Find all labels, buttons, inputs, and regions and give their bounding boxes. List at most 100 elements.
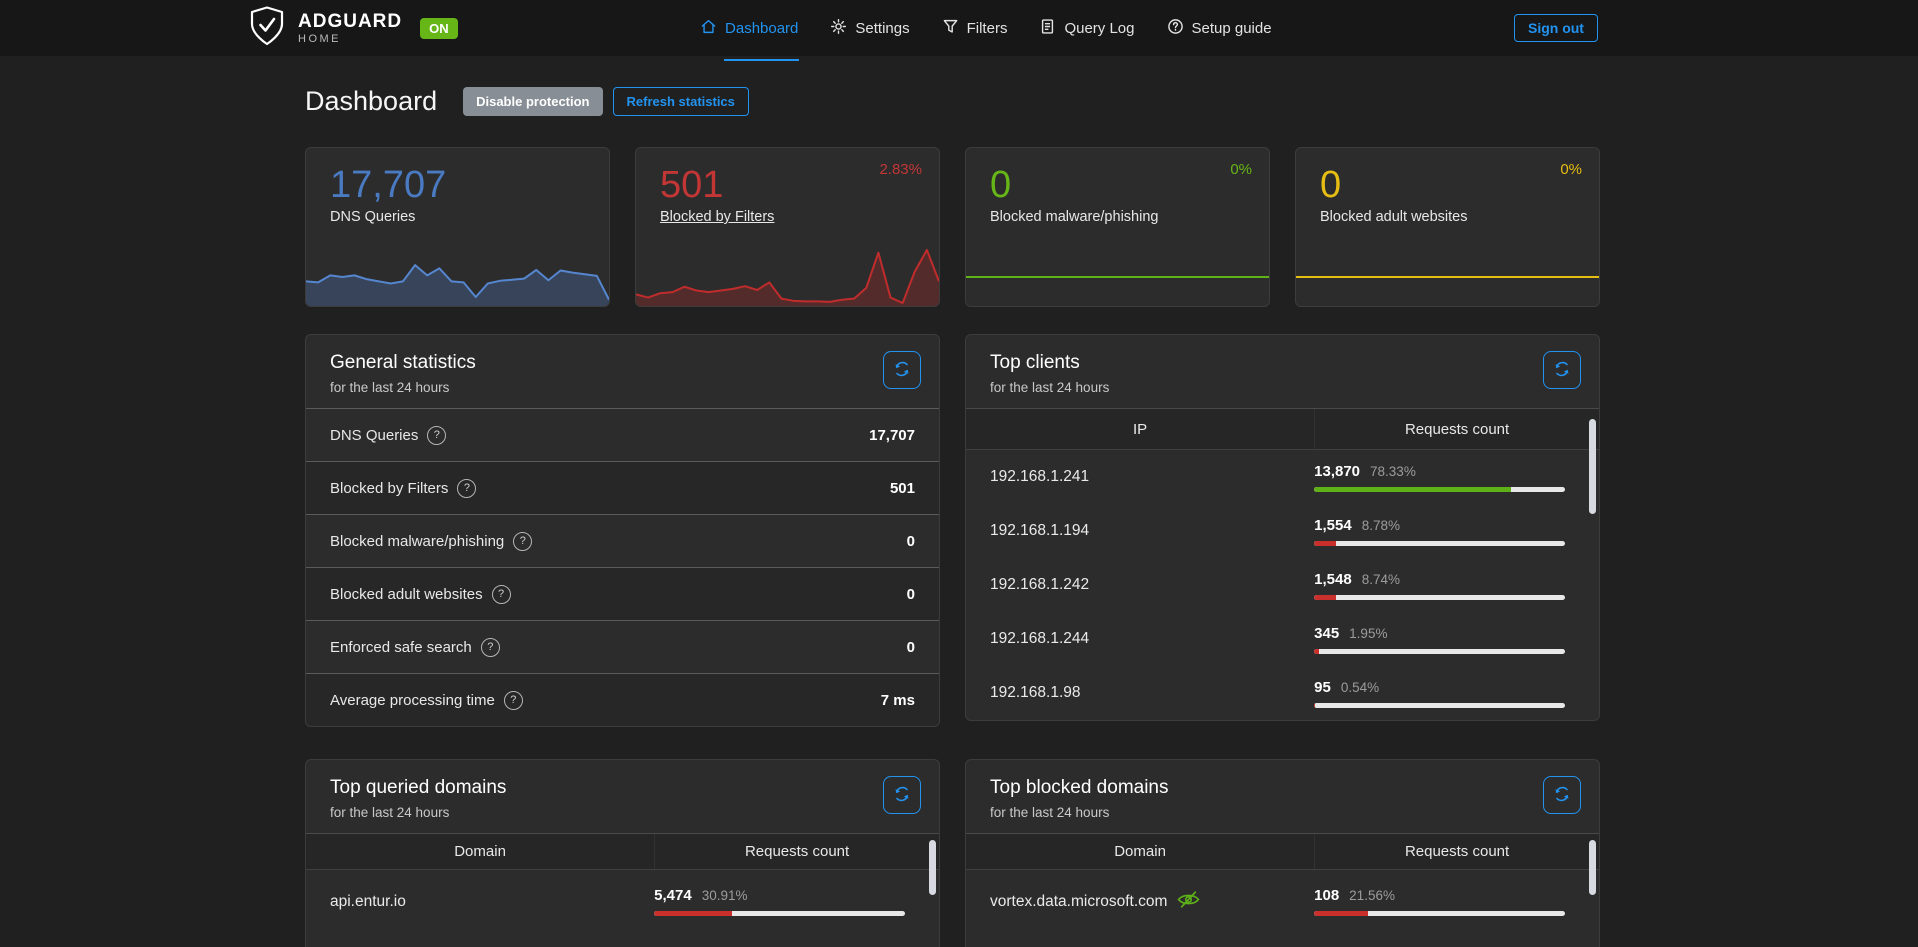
nav-item-settings[interactable]: Settings bbox=[830, 0, 909, 56]
stat-value: 0 bbox=[907, 586, 915, 603]
request-percent: 8.74% bbox=[1362, 572, 1400, 587]
scrollbar-thumb[interactable] bbox=[1589, 840, 1596, 895]
help-icon[interactable]: ? bbox=[481, 638, 500, 657]
panel-subtitle: for the last 24 hours bbox=[330, 805, 915, 820]
client-ip[interactable]: 192.168.1.244 bbox=[966, 630, 1314, 648]
request-percent: 78.33% bbox=[1370, 464, 1416, 479]
card-percent: 2.83% bbox=[879, 161, 922, 178]
progress-bar-fill bbox=[1314, 649, 1319, 654]
panel-title: Top blocked domains bbox=[990, 777, 1575, 799]
card-label-link[interactable]: Blocked by Filters bbox=[660, 209, 939, 225]
progress-bar-fill bbox=[1314, 911, 1368, 916]
stat-row: Enforced safe search ? 0 bbox=[306, 620, 939, 673]
panel-title: Top queried domains bbox=[330, 777, 915, 799]
nav-item-filters[interactable]: Filters bbox=[942, 0, 1008, 56]
refresh-icon bbox=[893, 785, 911, 806]
progress-bar bbox=[654, 911, 905, 916]
help-icon[interactable]: ? bbox=[457, 479, 476, 498]
request-count: 345 bbox=[1314, 625, 1339, 642]
document-icon bbox=[1039, 18, 1056, 39]
stat-value: 0 bbox=[907, 639, 915, 656]
brand-subtitle: HOME bbox=[298, 34, 402, 45]
request-percent: 1.95% bbox=[1349, 626, 1387, 641]
gear-icon bbox=[830, 18, 847, 39]
stat-label: Average processing time bbox=[330, 692, 495, 709]
top-queried-domains-panel: Top queried domains for the last 24 hour… bbox=[305, 759, 940, 947]
table-header: IP Requests count bbox=[966, 408, 1599, 450]
sign-out-button[interactable]: Sign out bbox=[1514, 14, 1598, 42]
scrollbar-thumb[interactable] bbox=[929, 840, 936, 895]
help-icon[interactable]: ? bbox=[513, 532, 532, 551]
stat-label: Blocked by Filters bbox=[330, 480, 448, 497]
home-icon bbox=[700, 18, 717, 39]
help-icon[interactable]: ? bbox=[427, 426, 446, 445]
client-ip[interactable]: 192.168.1.241 bbox=[966, 468, 1314, 486]
eye-off-icon[interactable] bbox=[1177, 891, 1200, 913]
progress-bar-fill bbox=[1314, 487, 1510, 492]
stat-value: 501 bbox=[890, 480, 915, 497]
stat-value: 17,707 bbox=[869, 427, 915, 444]
panel-subtitle: for the last 24 hours bbox=[990, 805, 1575, 820]
nav-label: Setup guide bbox=[1192, 20, 1272, 37]
blocked-malware-sparkline bbox=[966, 248, 1269, 306]
card-label: Blocked adult websites bbox=[1320, 209, 1599, 225]
request-count: 108 bbox=[1314, 887, 1339, 904]
table-row: 192.168.1.98 95 0.54% bbox=[966, 666, 1599, 720]
top-clients-panel: Top clients for the last 24 hours IP bbox=[965, 334, 1600, 721]
table-header: Domain Requests count bbox=[306, 833, 939, 870]
stat-cards: 17,707 DNS Queries 2.83% 501 Blocked by … bbox=[305, 147, 1600, 307]
nav-label: Dashboard bbox=[725, 20, 798, 37]
panel-title: Top clients bbox=[990, 352, 1575, 374]
top-navbar: ADGUARD HOME ON Dashboard Settings bbox=[0, 0, 1918, 56]
stat-row: Blocked by Filters ? 501 bbox=[306, 461, 939, 514]
page-title: Dashboard bbox=[305, 86, 437, 117]
panel-subtitle: for the last 24 hours bbox=[330, 380, 915, 395]
queried-domain[interactable]: api.entur.io bbox=[306, 893, 654, 911]
refresh-panel-button[interactable] bbox=[1543, 776, 1581, 814]
refresh-icon bbox=[893, 360, 911, 381]
funnel-icon bbox=[942, 18, 959, 39]
nav-label: Filters bbox=[967, 20, 1008, 37]
refresh-panel-button[interactable] bbox=[883, 776, 921, 814]
client-ip[interactable]: 192.168.1.242 bbox=[966, 576, 1314, 594]
shield-check-icon bbox=[248, 5, 286, 52]
progress-bar bbox=[1314, 703, 1565, 708]
progress-bar-fill bbox=[1314, 595, 1336, 600]
refresh-statistics-button[interactable]: Refresh statistics bbox=[613, 87, 749, 116]
refresh-icon bbox=[1553, 785, 1571, 806]
client-ip[interactable]: 192.168.1.98 bbox=[966, 684, 1314, 702]
scrollbar-thumb[interactable] bbox=[1589, 419, 1596, 514]
panel-subtitle: for the last 24 hours bbox=[990, 380, 1575, 395]
help-icon[interactable]: ? bbox=[492, 585, 511, 604]
progress-bar-fill bbox=[654, 911, 732, 916]
request-percent: 0.54% bbox=[1341, 680, 1379, 695]
refresh-panel-button[interactable] bbox=[1543, 351, 1581, 389]
stat-label: Enforced safe search bbox=[330, 639, 472, 656]
nav-item-setup-guide[interactable]: Setup guide bbox=[1167, 0, 1272, 56]
refresh-icon bbox=[1553, 360, 1571, 381]
stat-value: 0 bbox=[907, 533, 915, 550]
card-dns-queries: 17,707 DNS Queries bbox=[305, 147, 610, 307]
card-percent: 0% bbox=[1560, 161, 1582, 178]
nav-item-query-log[interactable]: Query Log bbox=[1039, 0, 1134, 56]
column-header-ip: IP bbox=[966, 421, 1314, 438]
stat-row: Average processing time ? 7 ms bbox=[306, 673, 939, 726]
table-row: vortex.data.microsoft.com 108 21.56% bbox=[966, 870, 1599, 933]
disable-protection-button[interactable]: Disable protection bbox=[463, 87, 602, 116]
column-header-domain: Domain bbox=[306, 843, 654, 860]
progress-bar-fill bbox=[1314, 703, 1315, 708]
card-blocked-malware: 0% 0 Blocked malware/phishing bbox=[965, 147, 1270, 307]
general-statistics-rows: DNS Queries ? 17,707 Blocked by Filters … bbox=[306, 408, 939, 726]
request-count: 1,554 bbox=[1314, 517, 1352, 534]
card-label: Blocked malware/phishing bbox=[990, 209, 1269, 225]
table-row: api.entur.io 5,474 30.91% bbox=[306, 870, 939, 933]
brand-title: ADGUARD bbox=[298, 12, 402, 31]
client-ip[interactable]: 192.168.1.194 bbox=[966, 522, 1314, 540]
refresh-panel-button[interactable] bbox=[883, 351, 921, 389]
nav-item-dashboard[interactable]: Dashboard bbox=[700, 0, 798, 56]
table-row: 192.168.1.242 1,548 8.74% bbox=[966, 558, 1599, 612]
blocked-domain[interactable]: vortex.data.microsoft.com bbox=[990, 893, 1167, 911]
help-icon[interactable]: ? bbox=[504, 691, 523, 710]
dashboard-page: Dashboard Disable protection Refresh sta… bbox=[305, 86, 1600, 947]
dns-queries-sparkline bbox=[306, 248, 609, 306]
